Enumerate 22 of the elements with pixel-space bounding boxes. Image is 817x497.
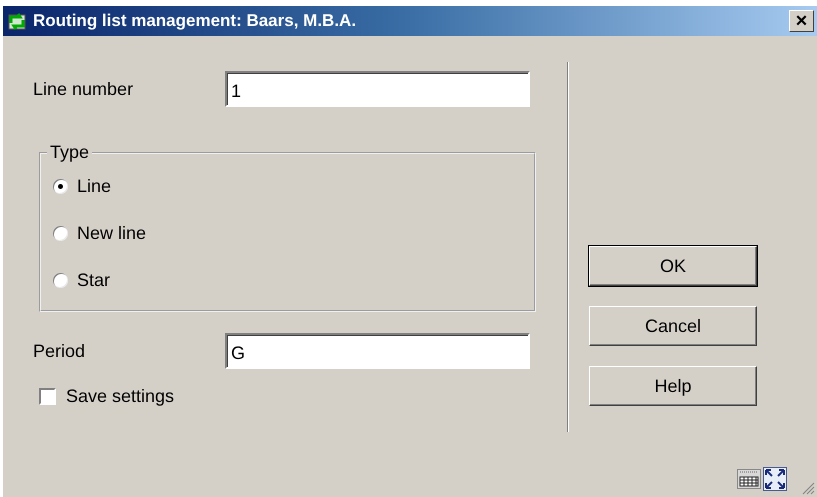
keyboard-icon[interactable] <box>737 467 761 489</box>
close-button[interactable]: × <box>789 10 814 32</box>
window-title: Routing list management: Baars, M.B.A. <box>33 11 358 31</box>
radio-label[interactable]: Star <box>77 270 110 291</box>
checkbox[interactable] <box>39 388 56 405</box>
radio-button[interactable] <box>53 273 68 288</box>
input-field[interactable]: 1 <box>225 71 530 107</box>
dialog-button[interactable]: OK <box>589 246 757 286</box>
radio-label[interactable]: Line <box>77 176 112 197</box>
radio-button[interactable] <box>53 226 68 241</box>
resize-grip-icon[interactable] <box>801 481 815 495</box>
radio-button[interactable] <box>53 179 68 194</box>
group-label: Type <box>49 142 90 163</box>
checkbox-label[interactable]: Save settings <box>66 386 174 407</box>
field-label: Period <box>33 340 86 362</box>
arrows-icon <box>7 11 27 31</box>
radio-label[interactable]: New line <box>77 223 146 244</box>
expand-icon[interactable] <box>763 467 787 491</box>
field-label: Line number <box>33 78 134 100</box>
input-field[interactable]: G <box>225 333 530 369</box>
dialog-button[interactable]: Cancel <box>589 306 757 346</box>
dialog-button[interactable]: Help <box>589 366 757 406</box>
